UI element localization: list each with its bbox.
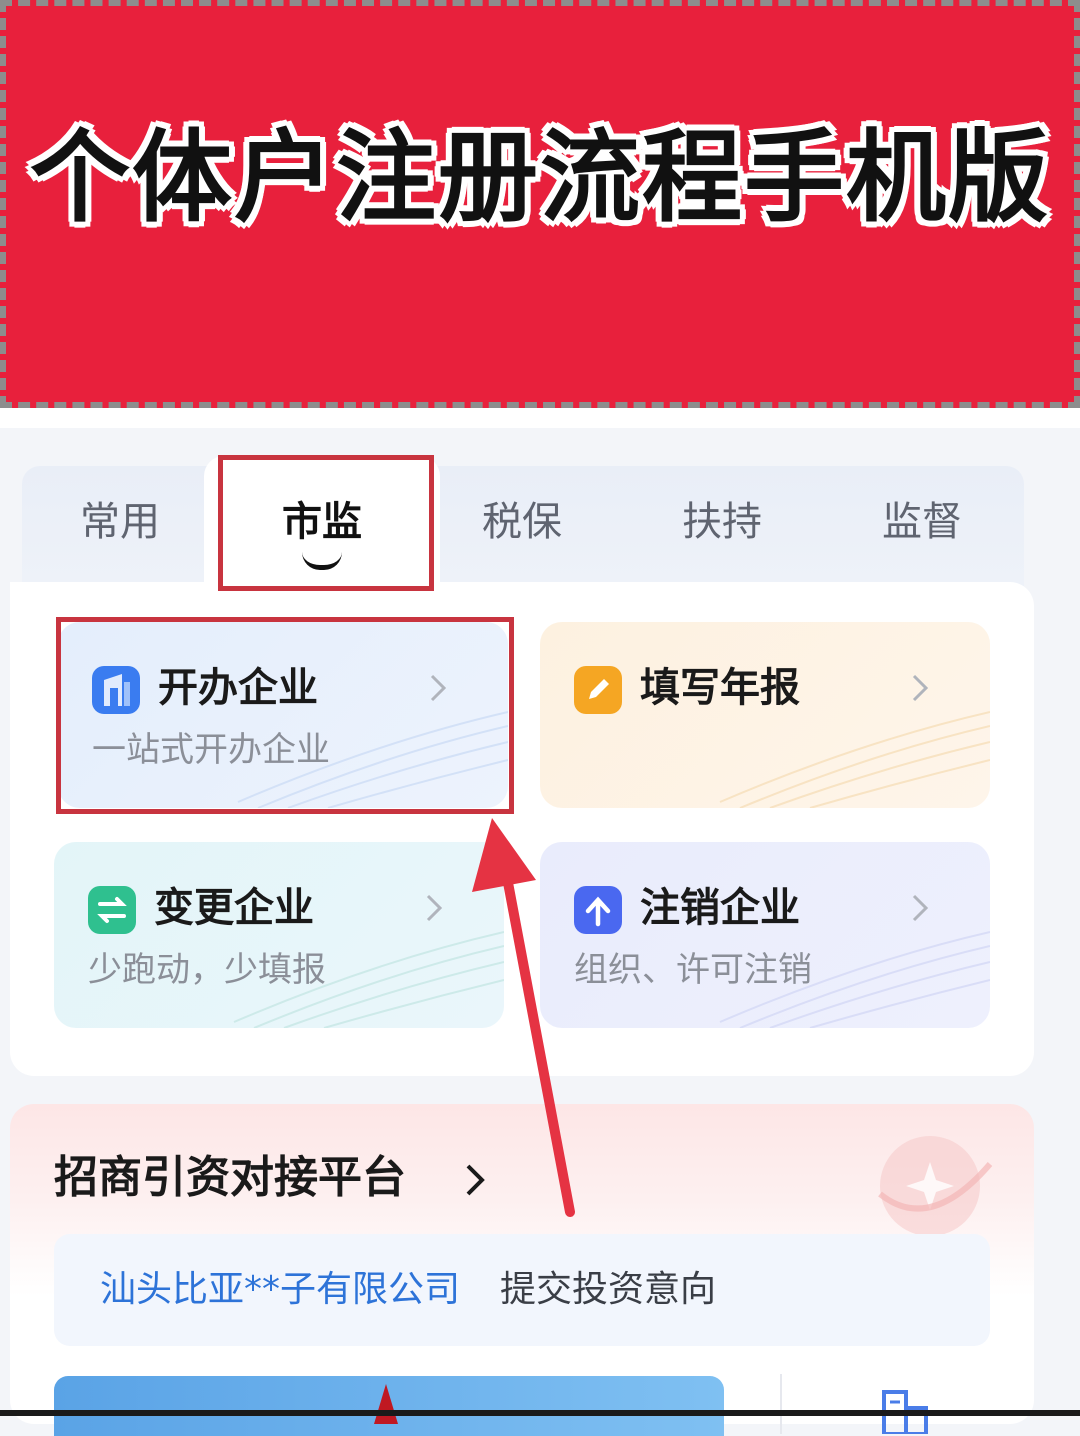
chevron-right-icon (912, 894, 929, 922)
chevron-right-icon (912, 674, 929, 702)
notice-company-name: 汕头比亚**子有限公司 (100, 1269, 461, 1310)
swap-arrows-icon (88, 886, 136, 934)
cancel-enterprise-title: 注销企业 (640, 885, 800, 931)
flag-icon (374, 1384, 398, 1424)
annual-report-title: 填写年报 (640, 665, 800, 711)
tab-support[interactable]: 扶持 (622, 492, 822, 552)
upload-arrow-icon (574, 886, 622, 934)
investment-notice[interactable]: 汕头比亚**子有限公司 提交投资意向 (54, 1234, 990, 1346)
bottom-edge (0, 1410, 1080, 1416)
tab-tax-insurance[interactable]: 税保 (422, 492, 622, 552)
cancel-enterprise-subtitle: 组织、许可注销 (574, 950, 812, 990)
investment-platform-title[interactable]: 招商引资对接平台 (54, 1150, 406, 1206)
chevron-right-icon (426, 894, 443, 922)
tab-oversight[interactable]: 监督 (822, 492, 1022, 552)
annual-report-tile[interactable]: 填写年报 (540, 622, 990, 808)
change-enterprise-subtitle: 少跑动，少填报 (88, 950, 326, 990)
highlight-box-tab (218, 455, 434, 591)
change-enterprise-title: 变更企业 (154, 885, 314, 931)
chevron-right-icon[interactable] (460, 1162, 490, 1198)
notice-action-text: 提交投资意向 (500, 1269, 717, 1310)
cancel-enterprise-tile[interactable]: 注销企业 组织、许可注销 (540, 842, 990, 1028)
change-enterprise-tile[interactable]: 变更企业 少跑动，少填报 (54, 842, 504, 1028)
star-badge-icon (878, 1136, 993, 1236)
investment-platform-card: 招商引资对接平台 汕头比亚**子有限公司 提交投资意向 (10, 1104, 1034, 1436)
tab-common[interactable]: 常用 (20, 492, 220, 552)
banner-thumbnail[interactable] (54, 1376, 724, 1436)
building-icon[interactable] (878, 1384, 934, 1434)
separator-strip (0, 408, 1080, 428)
divider (780, 1374, 782, 1434)
highlight-box-open-enterprise (56, 617, 514, 814)
banner-title: 个体户注册流程手机版 (30, 119, 1050, 236)
pencil-icon (574, 666, 622, 714)
